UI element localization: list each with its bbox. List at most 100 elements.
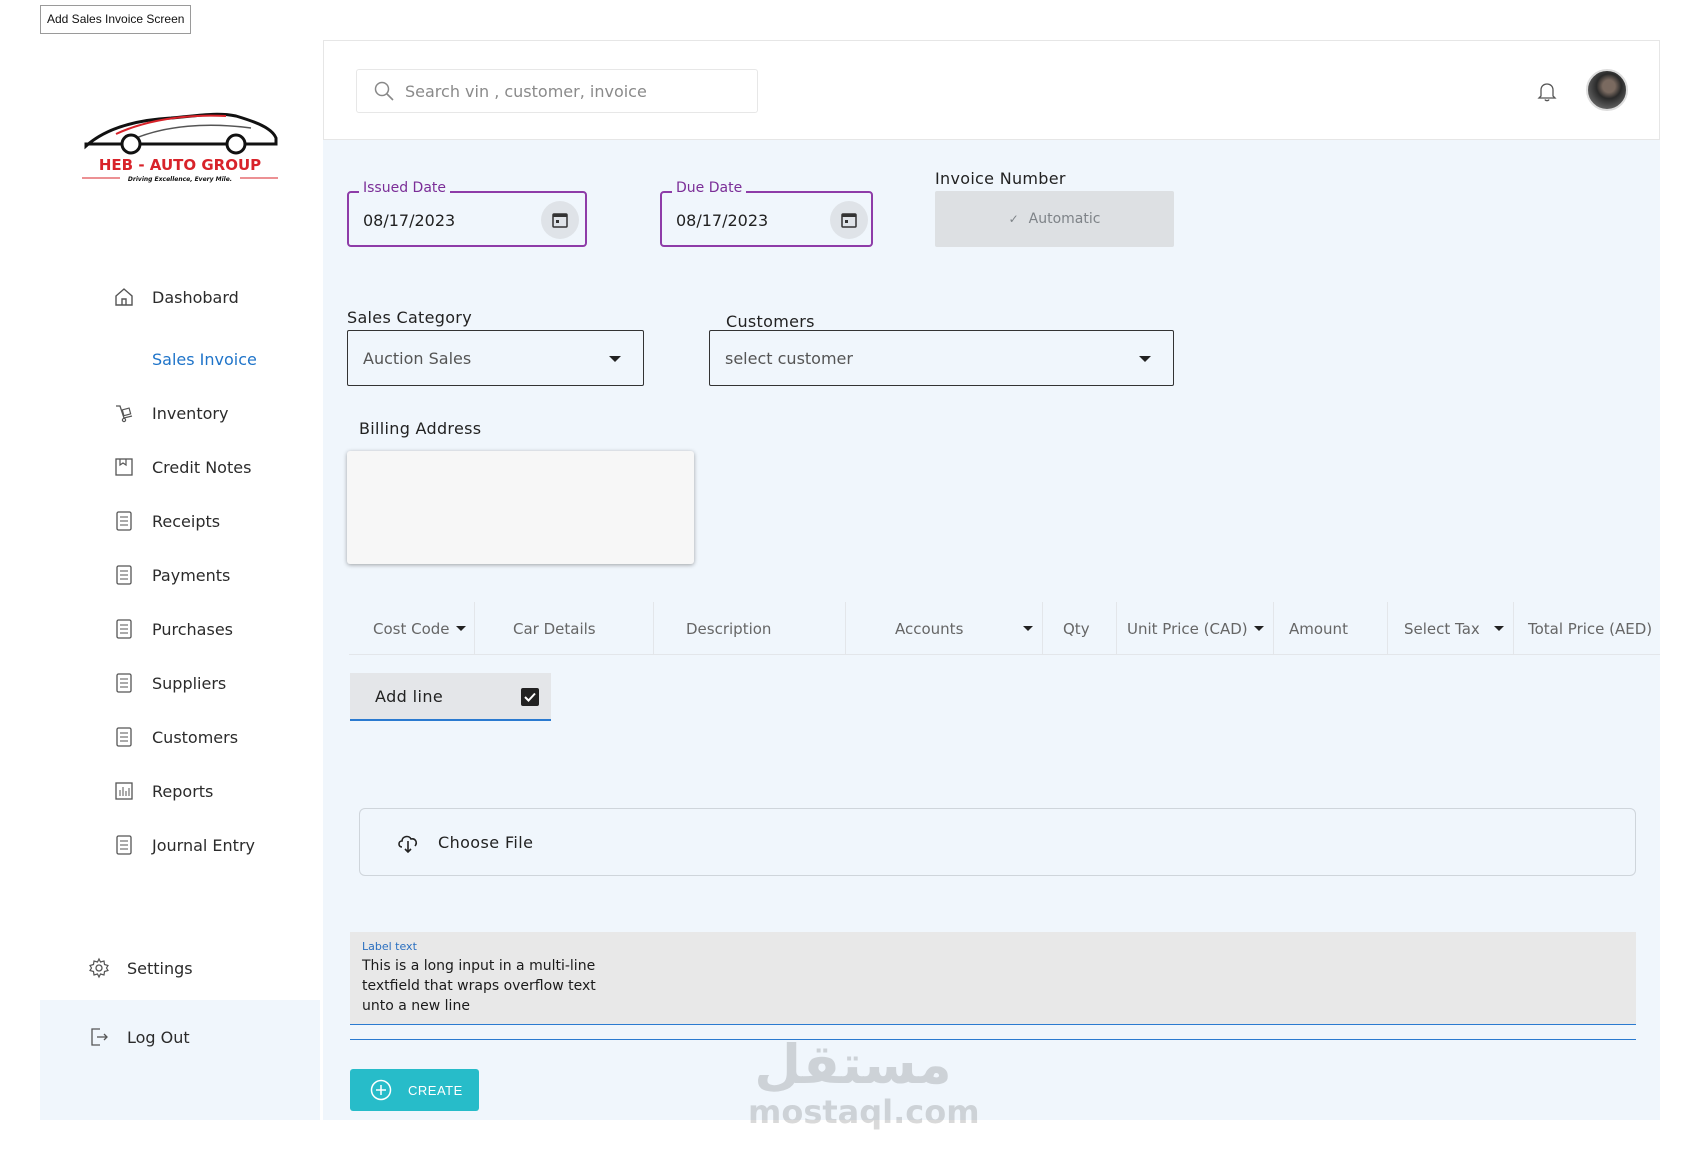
cloud-download-icon xyxy=(398,835,418,854)
caret-down-icon xyxy=(1493,626,1504,631)
create-button[interactable]: CREATE xyxy=(350,1069,479,1111)
column-label: Unit Price (CAD) xyxy=(1127,619,1248,638)
search-placeholder: Search vin , customer, invoice xyxy=(405,81,647,101)
caret-down-icon xyxy=(1139,356,1151,362)
logout-label: Log Out xyxy=(127,1027,190,1047)
watermark-latin: mostaql.com xyxy=(748,1093,980,1131)
car-logo-icon: HEB - AUTO GROUP Driving Excellence, Eve… xyxy=(82,112,278,183)
column-unit-price[interactable]: Unit Price (CAD) xyxy=(1116,602,1273,655)
avatar[interactable] xyxy=(1586,69,1628,111)
sidebar-item-label: Inventory xyxy=(152,403,229,423)
notes-textarea[interactable]: Label text This is a long input in a mul… xyxy=(350,932,1636,1025)
column-qty: Qty xyxy=(1042,602,1116,655)
sidebar-footer xyxy=(40,1000,320,1120)
settings-link[interactable]: Settings xyxy=(88,950,193,986)
calendar-icon xyxy=(552,213,568,228)
blank-icon xyxy=(113,348,135,370)
checkmark-icon xyxy=(524,692,536,702)
watermark: مستقل mostaql.com xyxy=(748,1033,980,1145)
column-amount: Amount xyxy=(1273,602,1387,655)
column-label: Select Tax xyxy=(1404,619,1480,638)
brand-name-left: HEB xyxy=(99,156,133,174)
sales-category-value: Auction Sales xyxy=(363,349,472,368)
add-line-button[interactable]: Add line xyxy=(350,673,551,721)
column-car-details: Car Details xyxy=(474,602,653,655)
calendar-button[interactable] xyxy=(541,201,579,239)
notes-label: Label text xyxy=(362,940,417,953)
bell-icon[interactable] xyxy=(1536,80,1558,102)
sidebar-item-label: Purchases xyxy=(152,619,233,639)
add-circle-icon xyxy=(370,1079,392,1101)
sidebar-item-label: Suppliers xyxy=(152,673,227,693)
billing-address-input[interactable] xyxy=(347,451,694,564)
column-label: Accounts xyxy=(895,619,964,638)
choose-file-button[interactable]: Choose File xyxy=(359,808,1636,876)
topbar: Search vin , customer, invoice xyxy=(323,40,1660,140)
choose-file-label: Choose File xyxy=(438,832,534,852)
inventory-icon xyxy=(113,402,135,424)
sidebar-item-label: Reports xyxy=(152,781,214,801)
sales-category-select[interactable]: Auction Sales xyxy=(347,330,644,386)
list-document-icon xyxy=(113,672,135,694)
sidebar-item-purchases[interactable]: Purchases xyxy=(113,611,233,647)
search-icon xyxy=(374,81,394,101)
column-cost-code[interactable]: Cost Code xyxy=(349,602,474,655)
sidebar-item-customers[interactable]: Customers xyxy=(113,719,238,755)
sidebar-item-receipts[interactable]: Receipts xyxy=(113,503,220,539)
create-label: CREATE xyxy=(408,1082,463,1098)
brand-name-right: AUTO GROUP xyxy=(150,156,261,174)
customers-select[interactable]: select customer xyxy=(709,330,1174,386)
sidebar-item-reports[interactable]: Reports xyxy=(113,773,213,809)
check-icon: ✓ xyxy=(1008,212,1019,226)
invoice-number-value: Automatic xyxy=(1028,211,1101,227)
divider xyxy=(350,1039,1636,1040)
column-label: Cost Code xyxy=(373,619,450,638)
list-document-icon xyxy=(113,726,135,748)
calendar-button[interactable] xyxy=(830,201,868,239)
logo: HEB - AUTO GROUP Driving Excellence, Eve… xyxy=(76,98,284,184)
sidebar-item-label: Credit Notes xyxy=(152,457,252,477)
column-total-price: Total Price (AED) xyxy=(1513,602,1660,655)
search-input[interactable]: Search vin , customer, invoice xyxy=(356,69,758,113)
due-date-field[interactable]: 08/17/2023 xyxy=(660,191,873,247)
sidebar-item-label: Journal Entry xyxy=(152,835,255,855)
sidebar-item-label: Receipts xyxy=(152,511,221,531)
logout-link[interactable]: Log Out xyxy=(88,1019,190,1055)
brand-name: HEB - AUTO GROUP xyxy=(99,156,261,174)
sidebar-item-payments[interactable]: Payments xyxy=(113,557,230,593)
sidebar-item-dashboard[interactable]: Dashobard xyxy=(113,279,239,315)
list-document-icon xyxy=(113,618,135,640)
logout-icon xyxy=(88,1026,110,1048)
sidebar-item-inventory[interactable]: Inventory xyxy=(113,395,228,431)
notes-value: This is a long input in a multi-line tex… xyxy=(362,958,596,1014)
gear-icon xyxy=(88,957,110,979)
sidebar-item-journal-entry[interactable]: Journal Entry xyxy=(113,827,255,863)
watermark-arabic: مستقل xyxy=(754,1033,952,1096)
sidebar-item-suppliers[interactable]: Suppliers xyxy=(113,665,226,701)
column-description: Description xyxy=(653,602,845,655)
column-accounts[interactable]: Accounts xyxy=(845,602,1042,655)
column-select-tax[interactable]: Select Tax xyxy=(1387,602,1513,655)
frame-label: Add Sales Invoice Screen xyxy=(40,5,192,34)
caret-down-icon xyxy=(609,356,621,362)
invoice-number-label: Invoice Number xyxy=(935,169,1066,188)
sidebar-item-credit-notes[interactable]: Credit Notes xyxy=(113,449,251,485)
sidebar-item-sales-invoice[interactable]: Sales Invoice xyxy=(113,341,257,377)
credit-notes-icon xyxy=(113,456,135,478)
sidebar-item-label: Dashobard xyxy=(152,287,239,307)
issued-date-field[interactable]: 08/17/2023 xyxy=(347,191,587,247)
settings-label: Settings xyxy=(127,958,193,978)
billing-address-label: Billing Address xyxy=(359,419,482,438)
sidebar-item-label: Payments xyxy=(152,565,231,585)
caret-down-icon xyxy=(1023,626,1034,631)
caret-down-icon xyxy=(1253,626,1264,631)
brand-tagline: Driving Excellence, Every Mile. xyxy=(128,176,232,183)
caret-down-icon xyxy=(455,626,466,631)
list-document-icon xyxy=(113,564,135,586)
column-label: Amount xyxy=(1289,619,1348,638)
add-line-label: Add line xyxy=(375,686,444,706)
due-date-label: Due Date xyxy=(672,180,747,196)
column-label: Total Price (AED) xyxy=(1528,619,1653,638)
column-label: Qty xyxy=(1063,619,1090,638)
checkbox[interactable] xyxy=(521,688,539,706)
